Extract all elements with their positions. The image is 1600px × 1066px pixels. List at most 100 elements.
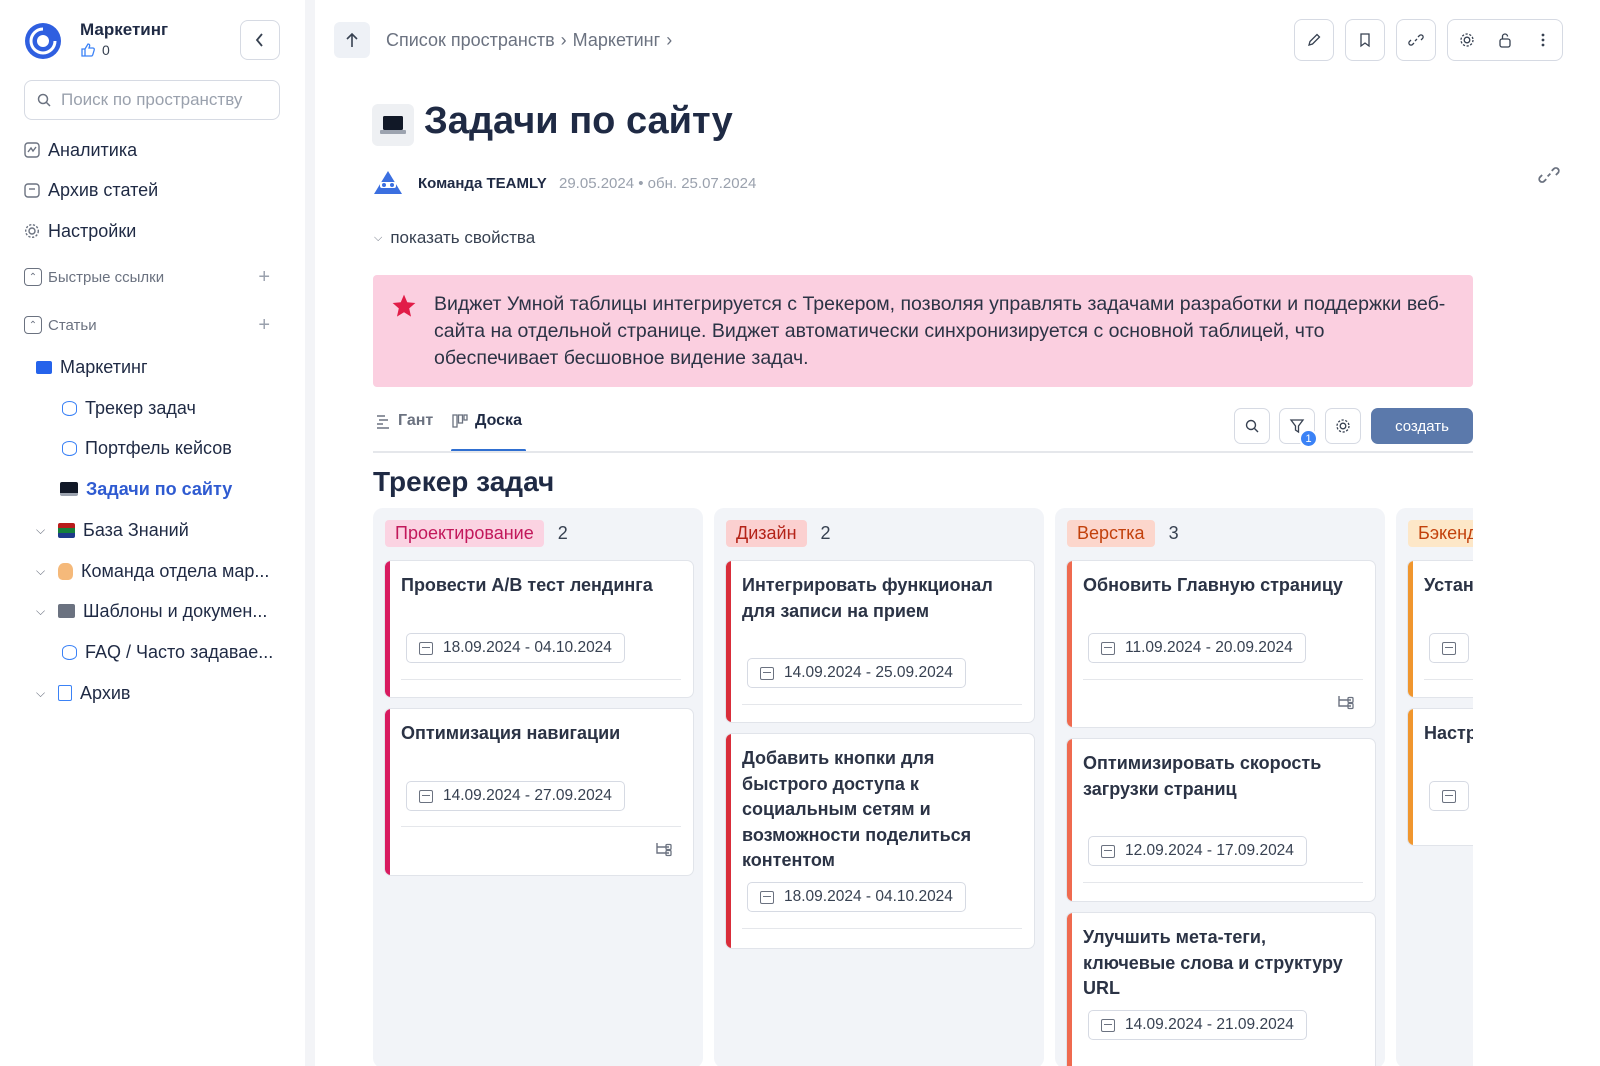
card-divider: [1083, 679, 1363, 680]
board-search-button[interactable]: [1234, 408, 1270, 444]
tree-item-site-tasks[interactable]: Задачи по сайту: [60, 474, 232, 504]
edit-button[interactable]: [1296, 22, 1332, 58]
card-date-range[interactable]: 14.09.2024 - 21.09.2024: [1088, 1010, 1307, 1040]
section-articles[interactable]: ⌃ Статьи +: [24, 310, 270, 340]
column-tag[interactable]: Проектирование: [385, 519, 544, 547]
board-column: Проектирование 2 Провести A/B тест ленди…: [373, 508, 703, 1066]
lock-button[interactable]: [1487, 22, 1523, 58]
gear-icon: [1460, 33, 1474, 47]
card-date-range[interactable]: [1429, 633, 1469, 663]
gear-icon: [1336, 419, 1350, 433]
author-avatar[interactable]: [372, 168, 404, 196]
hand-icon: [58, 562, 73, 580]
link-icon: [1408, 34, 1424, 46]
tree-item-label: Портфель кейсов: [85, 437, 232, 458]
star-icon: [392, 294, 416, 317]
more-options-button[interactable]: [1525, 22, 1561, 58]
author-name[interactable]: Команда TEAMLY: [418, 175, 547, 192]
show-properties-toggle[interactable]: ⌵ показать свойства: [374, 228, 535, 248]
link-button-group: [1396, 19, 1436, 61]
chevron-down-icon[interactable]: ⌵: [36, 564, 50, 579]
chevron-down-icon[interactable]: ⌵: [36, 686, 50, 701]
section-quick-links[interactable]: ⌃ Быстрые ссылки +: [24, 262, 270, 292]
tree-item-label: Команда отдела мар...: [81, 560, 270, 581]
task-card[interactable]: Улучшить мета-теги, ключевые слова и стр…: [1067, 913, 1375, 1066]
tab-board[interactable]: Доска: [452, 406, 522, 436]
card-divider: [401, 826, 681, 827]
nav-analytics[interactable]: Аналитика: [24, 135, 137, 165]
chevron-down-icon[interactable]: ⌵: [36, 523, 50, 538]
tree-item-faq[interactable]: FAQ / Часто задавае...: [62, 637, 273, 667]
chart-icon: [24, 142, 40, 158]
card-title: Обновить Главную страницу: [1083, 575, 1343, 595]
tree-item-label: FAQ / Часто задавае...: [85, 641, 274, 662]
task-card[interactable]: Провести A/B тест лендинга 18.09.2024 - …: [385, 561, 693, 697]
tree-item-label: Шаблоны и докумен...: [83, 600, 268, 621]
task-card[interactable]: Настроить аналитику: [1408, 709, 1473, 845]
tree-item-archive[interactable]: ⌵ Архив: [36, 678, 130, 708]
task-card[interactable]: Обновить Главную страницу 11.09.2024 - 2…: [1067, 561, 1375, 727]
card-title: Интегрировать функционал для записи на п…: [742, 575, 993, 621]
create-button[interactable]: создать: [1371, 408, 1473, 444]
tree-item-marketing[interactable]: Маркетинг: [36, 352, 148, 382]
task-card[interactable]: Добавить кнопки для быстрого доступа к с…: [726, 734, 1034, 948]
card-date-range[interactable]: 18.09.2024 - 04.10.2024: [747, 882, 966, 912]
subtasks-icon[interactable]: [655, 841, 673, 857]
card-divider: [742, 704, 1022, 705]
board-icon: [452, 414, 468, 428]
page-emoji[interactable]: [372, 104, 414, 146]
edit-button-group: [1294, 19, 1334, 61]
sidebar-divider[interactable]: [305, 0, 315, 1066]
tree-item-task-tracker[interactable]: Трекер задач: [62, 393, 196, 423]
folder-icon: [36, 360, 52, 374]
page-settings-button[interactable]: [1449, 22, 1485, 58]
tree-item-marketing-team[interactable]: ⌵ Команда отдела мар...: [36, 556, 269, 586]
tabs-divider: [373, 451, 1473, 453]
card-title: Оптимизировать скорость загрузки страниц: [1083, 753, 1322, 799]
task-card[interactable]: Интегрировать функционал для записи на п…: [726, 561, 1034, 722]
link-icon[interactable]: [1538, 164, 1560, 186]
column-tag[interactable]: Верстка: [1067, 519, 1155, 547]
workspace-title: Маркетинг: [80, 20, 169, 39]
likes-counter[interactable]: 0: [80, 42, 110, 58]
go-up-button[interactable]: [334, 22, 370, 58]
calendar-icon: [1101, 1018, 1115, 1032]
arrow-up-icon: [346, 32, 358, 47]
card-date-range[interactable]: 18.09.2024 - 04.10.2024: [406, 633, 625, 663]
task-card[interactable]: Оптимизация навигации 14.09.2024 - 27.09…: [385, 709, 693, 875]
bookmark-button[interactable]: [1347, 22, 1383, 58]
column-tag[interactable]: Бэкенд: [1408, 519, 1473, 547]
card-status-bar: [1408, 709, 1413, 845]
tree-item-knowledge-base[interactable]: ⌵ База Знаний: [36, 515, 189, 545]
archive-icon: [24, 183, 40, 198]
collapse-sidebar-button[interactable]: [240, 20, 280, 60]
card-title: Оптимизация навигации: [401, 723, 621, 743]
board-column: Дизайн 2 Интегрировать функционал для за…: [714, 508, 1044, 1066]
tree-item-templates[interactable]: ⌵ Шаблоны и докумен...: [36, 596, 267, 626]
add-article-icon[interactable]: +: [258, 314, 270, 337]
card-date-range[interactable]: [1429, 781, 1469, 811]
add-quick-link-icon[interactable]: +: [258, 266, 270, 289]
copy-link-button[interactable]: [1398, 22, 1434, 58]
card-date-range[interactable]: 14.09.2024 - 25.09.2024: [747, 658, 966, 688]
task-card[interactable]: Оптимизировать скорость загрузки страниц…: [1067, 739, 1375, 901]
tab-board-label: Доска: [475, 412, 522, 429]
card-date-range[interactable]: 14.09.2024 - 27.09.2024: [406, 781, 625, 811]
nav-settings[interactable]: Настройки: [24, 216, 136, 246]
task-card[interactable]: Установить сертификат: [1408, 561, 1473, 697]
chevron-left-icon: [255, 33, 263, 47]
tree-item-case-portfolio[interactable]: Портфель кейсов: [62, 433, 232, 463]
search-input[interactable]: [61, 90, 251, 110]
board-settings-button[interactable]: [1325, 408, 1361, 444]
search-icon: [37, 93, 51, 107]
breadcrumb-marketing[interactable]: Маркетинг: [573, 30, 661, 51]
nav-archive[interactable]: Архив статей: [24, 175, 158, 205]
tab-gantt[interactable]: Гант: [375, 406, 433, 436]
breadcrumb-spaces-list[interactable]: Список пространств: [386, 30, 555, 51]
card-date-range[interactable]: 11.09.2024 - 20.09.2024: [1088, 633, 1306, 663]
subtasks-icon[interactable]: [1337, 694, 1355, 710]
column-tag[interactable]: Дизайн: [726, 519, 807, 547]
card-date-range[interactable]: 12.09.2024 - 17.09.2024: [1088, 836, 1307, 866]
card-divider: [1424, 679, 1473, 680]
chevron-down-icon[interactable]: ⌵: [36, 604, 50, 619]
